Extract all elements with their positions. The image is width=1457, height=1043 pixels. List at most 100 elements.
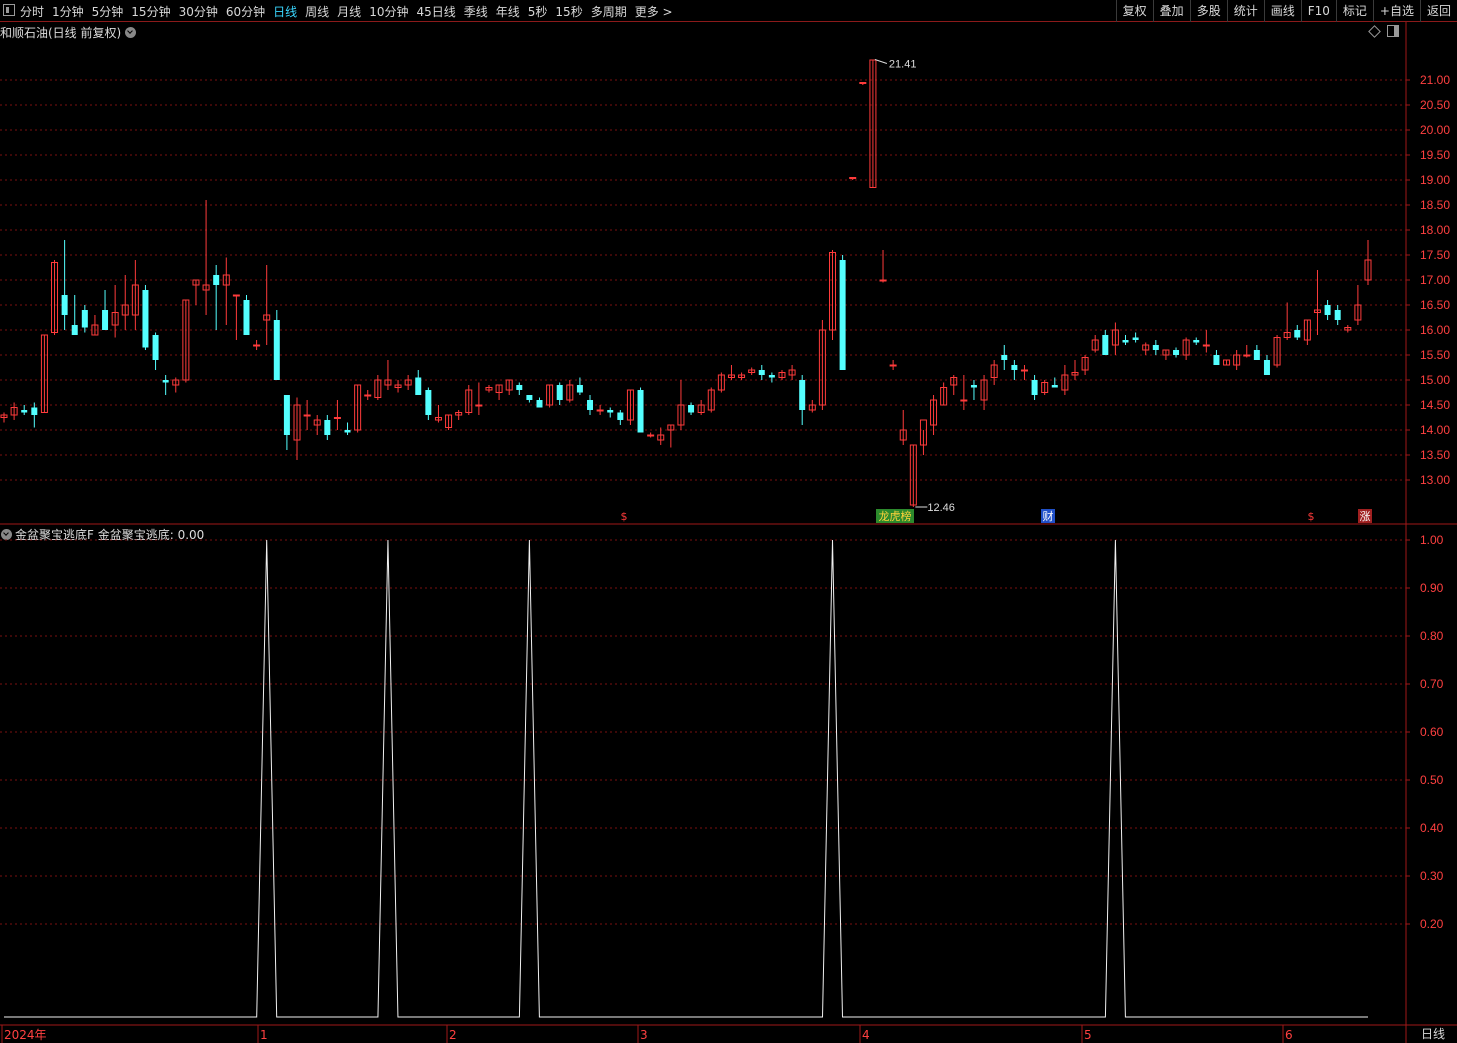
- indicator-line: [4, 539, 1368, 1018]
- candle-body: [324, 420, 331, 435]
- price-axis-label: 20.50: [1420, 98, 1450, 112]
- candle-body: [1011, 365, 1018, 370]
- price-axis-label: 17.00: [1420, 273, 1450, 287]
- candle-body: [31, 407, 38, 415]
- price-axis-label: 14.00: [1420, 423, 1450, 437]
- indicator-axis-label: 0.70: [1420, 677, 1444, 691]
- candle-body: [1253, 350, 1260, 360]
- time-axis-label: 5: [1084, 1028, 1092, 1042]
- candle-body: [1132, 337, 1139, 340]
- candle-body: [142, 290, 149, 348]
- candle-body: [799, 380, 806, 410]
- candle-body: [596, 409, 604, 412]
- candle-body: [102, 310, 109, 330]
- candle-body: [849, 177, 857, 179]
- candle-body: [587, 400, 594, 410]
- candle-body: [526, 395, 533, 400]
- candle-body: [364, 394, 372, 397]
- candle-body: [1031, 380, 1038, 395]
- price-axis-label: 16.00: [1420, 323, 1450, 337]
- price-axis-label: 19.00: [1420, 173, 1450, 187]
- indicator-axis-label: 0.90: [1420, 581, 1444, 595]
- candle-body: [889, 364, 897, 367]
- candle-body: [1152, 345, 1159, 350]
- candle-body: [647, 434, 655, 437]
- high-pointer: [874, 59, 888, 64]
- indicator-axis-label: 0.40: [1420, 821, 1444, 835]
- price-axis-label: 15.00: [1420, 373, 1450, 387]
- candle-body: [425, 390, 432, 415]
- candle-body: [162, 380, 169, 383]
- price-axis-label: 20.00: [1420, 123, 1450, 137]
- price-axis-label: 13.50: [1420, 448, 1450, 462]
- price-axis-label: 17.50: [1420, 248, 1450, 262]
- price-axis-label: 16.50: [1420, 298, 1450, 312]
- candle-body: [344, 430, 351, 433]
- price-axis-label: 15.50: [1420, 348, 1450, 362]
- candle-body: [1173, 350, 1180, 355]
- candle-body: [232, 294, 240, 297]
- candle-body: [576, 385, 583, 393]
- indicator-axis-label: 0.50: [1420, 773, 1444, 787]
- kline-chart[interactable]: 21.0020.5020.0019.5019.0018.5018.0017.50…: [0, 0, 1457, 1043]
- candle-body: [253, 344, 261, 347]
- candle-body: [61, 295, 68, 315]
- candle-body: [273, 320, 280, 380]
- indicator-axis-label: 0.20: [1420, 917, 1444, 931]
- time-axis-label: 2: [449, 1028, 457, 1042]
- event-marker: 龙虎榜: [879, 509, 912, 523]
- candle-body: [243, 300, 250, 335]
- event-marker: 财: [1043, 509, 1054, 523]
- price-axis-label: 13.00: [1420, 473, 1450, 487]
- candle-body: [839, 260, 846, 370]
- candle-body: [617, 412, 624, 420]
- candle-body: [1051, 385, 1058, 388]
- candle-body: [1202, 344, 1210, 347]
- low-price-label: 12.46: [927, 502, 955, 514]
- candle-body: [303, 414, 311, 417]
- candle-body: [283, 395, 290, 435]
- candle-body: [1001, 355, 1008, 360]
- candle-body: [415, 377, 422, 395]
- candle-body: [1263, 360, 1270, 375]
- candle-body: [1020, 369, 1028, 372]
- candle-body: [71, 325, 78, 335]
- time-axis-label: 1: [260, 1028, 268, 1042]
- candle-body: [81, 310, 88, 328]
- price-axis-label: 14.50: [1420, 398, 1450, 412]
- candle-body: [960, 399, 968, 402]
- candle-body: [1193, 340, 1200, 343]
- candle-body: [688, 405, 695, 413]
- price-axis-label: 18.00: [1420, 223, 1450, 237]
- candle-body: [475, 404, 483, 407]
- candle-body: [1334, 310, 1341, 320]
- candle-body: [1324, 305, 1331, 315]
- candle-body: [1122, 340, 1129, 343]
- indicator-axis-label: 1.00: [1420, 533, 1444, 547]
- bottom-period-tab[interactable]: 日线: [1409, 1025, 1457, 1043]
- candle-body: [768, 375, 775, 378]
- candle-body: [152, 335, 159, 360]
- event-marker: $: [1308, 510, 1315, 523]
- indicator-axis-label: 0.30: [1420, 869, 1444, 883]
- price-axis-label: 21.00: [1420, 73, 1450, 87]
- candle-body: [536, 400, 543, 408]
- high-price-label: 21.41: [889, 59, 917, 71]
- time-axis-label: 4: [862, 1028, 870, 1042]
- candle-body: [970, 385, 977, 388]
- candle-body: [1243, 354, 1251, 357]
- candle-body: [1102, 335, 1109, 355]
- candle-body: [21, 410, 28, 413]
- candle-body: [516, 385, 523, 390]
- candle-body: [1294, 330, 1301, 338]
- time-axis-label: 2024年: [4, 1028, 47, 1042]
- candle-body: [607, 410, 614, 413]
- candle-body: [1213, 355, 1220, 365]
- candle-body: [333, 417, 341, 419]
- indicator-axis-label: 0.60: [1420, 725, 1444, 739]
- candle-body: [879, 279, 887, 282]
- candle-body: [556, 385, 563, 400]
- event-marker: 涨: [1360, 510, 1371, 523]
- candle-body: [213, 275, 220, 285]
- candle-body: [758, 370, 765, 375]
